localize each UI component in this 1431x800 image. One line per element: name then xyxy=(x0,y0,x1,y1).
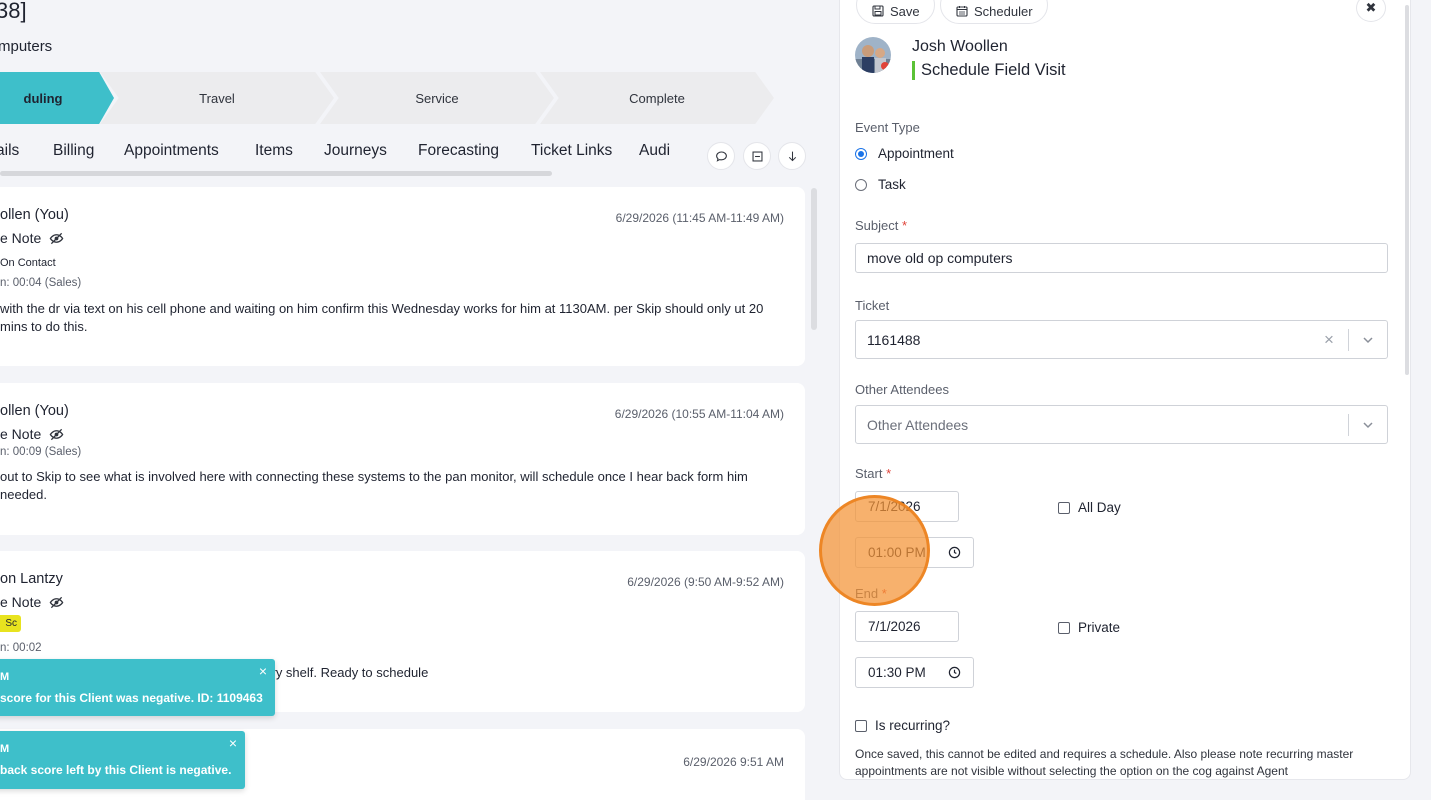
panel-scrollbar[interactable] xyxy=(1405,5,1409,375)
toast-close-button[interactable]: × xyxy=(229,735,237,751)
note-body: with the dr via text on his cell phone a… xyxy=(0,301,764,334)
list-collapse-icon xyxy=(752,151,762,161)
recurring-checkbox[interactable]: Is recurring? xyxy=(855,718,950,733)
end-time-input[interactable]: 01:30 PM xyxy=(855,657,974,688)
note-time: 6/29/2026 9:51 AM xyxy=(683,755,784,769)
close-icon: ✖ xyxy=(1365,0,1377,15)
start-label: Start * xyxy=(855,466,892,481)
subject-label: Subject * xyxy=(855,218,908,233)
stage-complete[interactable]: Complete xyxy=(540,72,774,124)
checkbox[interactable] xyxy=(1058,621,1070,634)
calendar-icon xyxy=(956,6,968,17)
event-type-label: Event Type xyxy=(855,120,920,135)
tabs-scrollbar[interactable] xyxy=(0,171,552,176)
tab-details[interactable]: ails xyxy=(0,142,19,160)
start-time-input[interactable]: 01:00 PM xyxy=(855,537,974,568)
feed-scrollbar[interactable] xyxy=(811,188,817,330)
collapse-button[interactable] xyxy=(743,142,771,170)
note-time: 6/29/2026 (11:45 AM-11:49 AM) xyxy=(615,211,784,225)
recurring-note: Once saved, this cannot be edited and re… xyxy=(855,747,1354,778)
avatar xyxy=(855,37,891,73)
tab-items[interactable]: Items xyxy=(255,142,293,160)
note-time: 6/29/2026 (9:50 AM-9:52 AM) xyxy=(627,575,784,589)
tab-billing[interactable]: Billing xyxy=(53,142,94,160)
toast-message: score for this Client was negative. ID: … xyxy=(0,691,263,705)
toast-title: M xyxy=(0,671,10,683)
stage-service[interactable]: Service xyxy=(320,72,554,124)
toast-close-button[interactable]: × xyxy=(259,663,267,679)
download-arrow-icon xyxy=(788,151,796,161)
comment-button[interactable] xyxy=(707,142,735,170)
attendees-label: Other Attendees xyxy=(855,382,949,397)
ticket-number-title: 38] xyxy=(0,0,27,23)
radio-appointment[interactable]: Appointment xyxy=(855,146,954,161)
warning-toast[interactable]: M back score left by this Client is nega… xyxy=(0,731,245,789)
tab-audit[interactable]: Audi xyxy=(639,142,670,160)
toast-message: back score left by this Client is negati… xyxy=(0,763,232,777)
scheduler-button[interactable]: Scheduler xyxy=(940,0,1048,24)
note-type: e Note xyxy=(0,594,64,610)
chevron-down-icon[interactable] xyxy=(1349,418,1387,432)
stage-scheduling[interactable]: duling xyxy=(0,72,114,124)
note-contact-method: On Contact xyxy=(0,257,56,269)
note-duration: n: 00:02 xyxy=(0,642,42,654)
save-button[interactable]: Save xyxy=(856,0,935,24)
end-label: End * xyxy=(855,586,887,601)
start-date-input[interactable]: 7/1/2026 xyxy=(855,491,959,522)
subject-input[interactable]: move old op computers xyxy=(855,243,1388,273)
note-duration: n: 00:04 (Sales) xyxy=(0,277,82,289)
toast-title: M xyxy=(0,743,10,755)
attendees-select[interactable]: Other Attendees xyxy=(855,405,1388,444)
note-body: out to Skip to see what is involved here… xyxy=(0,469,748,502)
note-type: e Note xyxy=(0,426,64,442)
clock-icon[interactable] xyxy=(948,546,961,559)
floppy-disk-icon xyxy=(872,5,884,17)
checkbox[interactable] xyxy=(855,719,867,732)
checkbox[interactable] xyxy=(1058,501,1070,514)
tag-badge: Sc xyxy=(0,615,21,632)
panel-title: Schedule Field Visit xyxy=(912,61,1066,80)
note-time: 6/29/2026 (10:55 AM-11:04 AM) xyxy=(614,407,784,421)
note-type: e Note xyxy=(0,230,64,246)
note-card[interactable]: ollen (You) 6/29/2026 (10:55 AM-11:04 AM… xyxy=(0,383,805,535)
radio-task[interactable]: Task xyxy=(855,177,906,192)
chevron-down-icon[interactable] xyxy=(1349,333,1387,347)
ticket-subtitle: mputers xyxy=(0,38,53,55)
ticket-label: Ticket xyxy=(855,298,890,313)
warning-toast[interactable]: M score for this Client was negative. ID… xyxy=(0,659,275,716)
clear-icon[interactable]: × xyxy=(1310,330,1348,350)
eye-slash-icon[interactable] xyxy=(49,231,64,246)
stage-travel[interactable]: Travel xyxy=(100,72,334,124)
user-name: Josh Woollen xyxy=(912,38,1008,55)
private-checkbox[interactable]: Private xyxy=(1058,620,1120,635)
note-duration: n: 00:09 (Sales) xyxy=(0,446,82,458)
tab-forecasting[interactable]: Forecasting xyxy=(418,142,499,160)
eye-slash-icon[interactable] xyxy=(49,595,64,610)
radio-button[interactable] xyxy=(855,178,867,191)
note-author: on Lantzy xyxy=(0,571,63,587)
end-date-input[interactable]: 7/1/2026 xyxy=(855,611,959,642)
all-day-checkbox[interactable]: All Day xyxy=(1058,500,1121,515)
comment-icon xyxy=(715,151,727,162)
tab-appointments[interactable]: Appointments xyxy=(124,142,219,160)
radio-button[interactable] xyxy=(855,147,867,160)
clock-icon[interactable] xyxy=(948,666,961,679)
tab-journeys[interactable]: Journeys xyxy=(324,142,387,160)
tab-ticket-links[interactable]: Ticket Links xyxy=(531,142,612,160)
eye-slash-icon[interactable] xyxy=(49,427,64,442)
note-card[interactable]: ollen (You) 6/29/2026 (11:45 AM-11:49 AM… xyxy=(0,187,805,366)
ticket-select[interactable]: 1161488 × xyxy=(855,320,1388,359)
note-author: ollen (You) xyxy=(0,207,69,223)
download-button[interactable] xyxy=(778,142,806,170)
note-author: ollen (You) xyxy=(0,403,69,419)
